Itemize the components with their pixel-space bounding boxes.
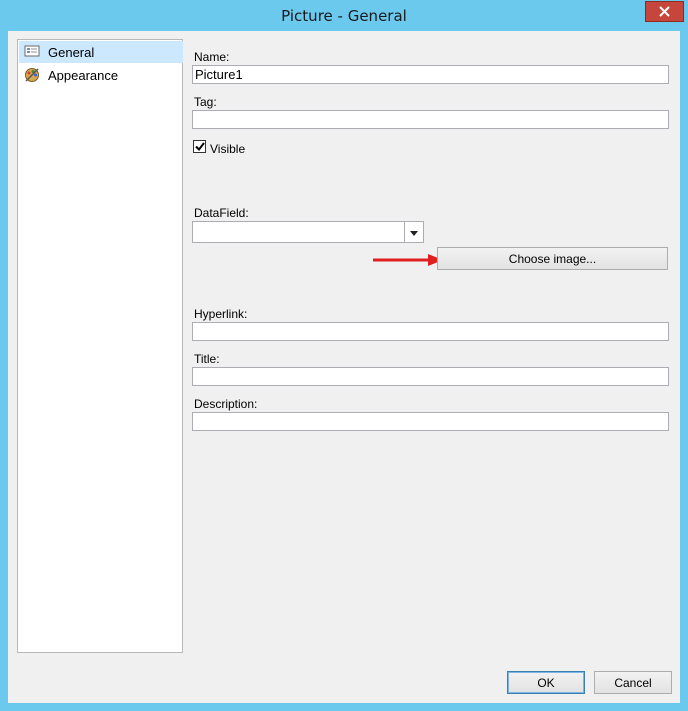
- cancel-button[interactable]: Cancel: [594, 671, 672, 694]
- sidebar-item-appearance[interactable]: Appearance: [19, 64, 183, 86]
- sidebar-item-label: Appearance: [48, 67, 119, 83]
- title-label: Title:: [194, 352, 220, 366]
- tag-label: Tag:: [194, 95, 217, 109]
- name-label: Name:: [194, 50, 230, 64]
- ok-button[interactable]: OK: [507, 671, 585, 694]
- name-field[interactable]: Picture1: [192, 65, 669, 84]
- visible-label: Visible: [210, 142, 246, 156]
- appearance-palette-icon: [24, 67, 40, 83]
- description-label: Description:: [194, 397, 258, 411]
- visible-checkbox[interactable]: [193, 140, 206, 153]
- dialog-window: Picture - General General Appearance Nam…: [0, 0, 688, 711]
- chevron-down-icon: [410, 225, 418, 239]
- hyperlink-field[interactable]: [192, 322, 669, 341]
- page-list: General Appearance: [17, 39, 183, 653]
- sidebar-item-label: General: [48, 44, 95, 60]
- description-field[interactable]: [192, 412, 669, 431]
- datafield-label: DataField:: [194, 206, 249, 220]
- dialog-body: General Appearance Name: Picture1 Tag: V…: [8, 31, 680, 703]
- annotation-arrow-icon: [373, 254, 443, 266]
- checkmark-icon: [194, 140, 205, 154]
- general-page-icon: [24, 44, 40, 60]
- datafield-combobox[interactable]: [192, 221, 424, 243]
- choose-image-button[interactable]: Choose image...: [437, 247, 668, 270]
- sidebar-item-general[interactable]: General: [19, 41, 183, 63]
- close-icon: [659, 6, 670, 17]
- datafield-dropdown-button[interactable]: [404, 222, 423, 242]
- window-title: Picture - General: [281, 7, 407, 25]
- hyperlink-label: Hyperlink:: [194, 307, 248, 321]
- title-field[interactable]: [192, 367, 669, 386]
- close-button[interactable]: [645, 1, 684, 22]
- title-bar[interactable]: Picture - General: [0, 0, 688, 31]
- tag-field[interactable]: [192, 110, 669, 129]
